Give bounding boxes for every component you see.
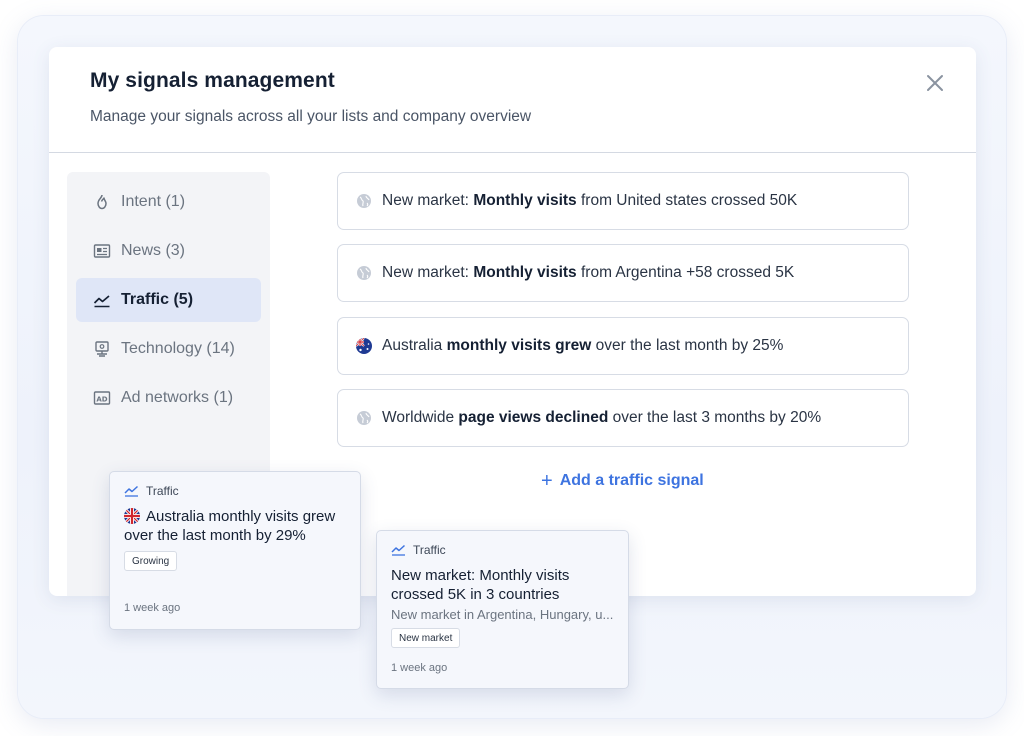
add-signal-label: Add a traffic signal	[559, 472, 704, 489]
sidebar-item-label: Traffic (5)	[121, 291, 194, 308]
trend-line-icon	[391, 544, 406, 556]
signal-text: Worldwide page views declined over the l…	[382, 409, 822, 426]
card-category-label: Traffic	[413, 543, 446, 557]
signal-text: New market: Monthly visits from United s…	[382, 192, 798, 209]
card-timestamp: 1 week ago	[124, 602, 181, 614]
sidebar-item-news[interactable]: News (3)	[76, 229, 261, 273]
status-badge: Growing	[124, 551, 178, 571]
globe-icon	[356, 265, 372, 281]
card-category: Traffic	[124, 484, 179, 498]
card-title: New market: Monthly visits crossed 5K in…	[391, 567, 570, 603]
card-title: Australia monthly visits grew over the l…	[124, 508, 336, 544]
globe-icon	[356, 193, 372, 209]
signal-text: Australia monthly visits grew over the l…	[382, 337, 784, 354]
signal-text: New market: Monthly visits from Argentin…	[382, 264, 795, 281]
close-button[interactable]	[923, 71, 947, 95]
signal-row[interactable]: New market: Monthly visits from United s…	[337, 172, 909, 230]
australia-flag-icon	[356, 338, 372, 354]
signal-row[interactable]: New market: Monthly visits from Argentin…	[337, 244, 909, 302]
signal-row[interactable]: Worldwide page views declined over the l…	[337, 389, 909, 447]
sidebar-item-label: Technology (14)	[121, 340, 235, 357]
sidebar-item-technology[interactable]: Technology (14)	[76, 327, 261, 371]
add-traffic-signal-button[interactable]: + Add a traffic signal	[541, 471, 704, 491]
traffic-signal-card[interactable]: Traffic New market: Monthly visits cross…	[376, 530, 629, 689]
sidebar-item-label: News (3)	[121, 242, 186, 259]
modal-title: My signals management	[90, 69, 335, 92]
signal-row[interactable]: Australia monthly visits grew over the l…	[337, 317, 909, 375]
modal-subtitle: Manage your signals across all your list…	[90, 108, 532, 125]
card-category: Traffic	[391, 543, 446, 557]
flame-icon	[93, 193, 111, 211]
globe-icon	[356, 410, 372, 426]
svg-text:AD: AD	[96, 395, 107, 403]
card-category-label: Traffic	[146, 484, 179, 498]
plus-icon: +	[541, 470, 553, 492]
status-badge: New market	[391, 628, 461, 648]
sidebar-item-label: Ad networks (1)	[121, 389, 234, 406]
sidebar-item-label: Intent (1)	[121, 193, 186, 210]
card-description: New market in Argentina, Hungary, u...	[391, 607, 614, 622]
card-timestamp: 1 week ago	[391, 662, 448, 674]
header-divider	[49, 152, 976, 153]
sidebar-item-ad-networks[interactable]: AD Ad networks (1)	[76, 376, 261, 420]
trend-line-icon	[93, 291, 111, 309]
newspaper-icon	[93, 242, 111, 260]
trend-line-icon	[124, 485, 139, 497]
ad-icon: AD	[93, 389, 111, 407]
sidebar-item-traffic[interactable]: Traffic (5)	[76, 278, 261, 322]
sidebar-item-intent[interactable]: Intent (1)	[76, 180, 261, 224]
monitor-icon	[93, 340, 111, 358]
close-icon	[927, 75, 943, 91]
traffic-signal-card[interactable]: Traffic Australia monthly visits grew ov…	[109, 471, 361, 630]
